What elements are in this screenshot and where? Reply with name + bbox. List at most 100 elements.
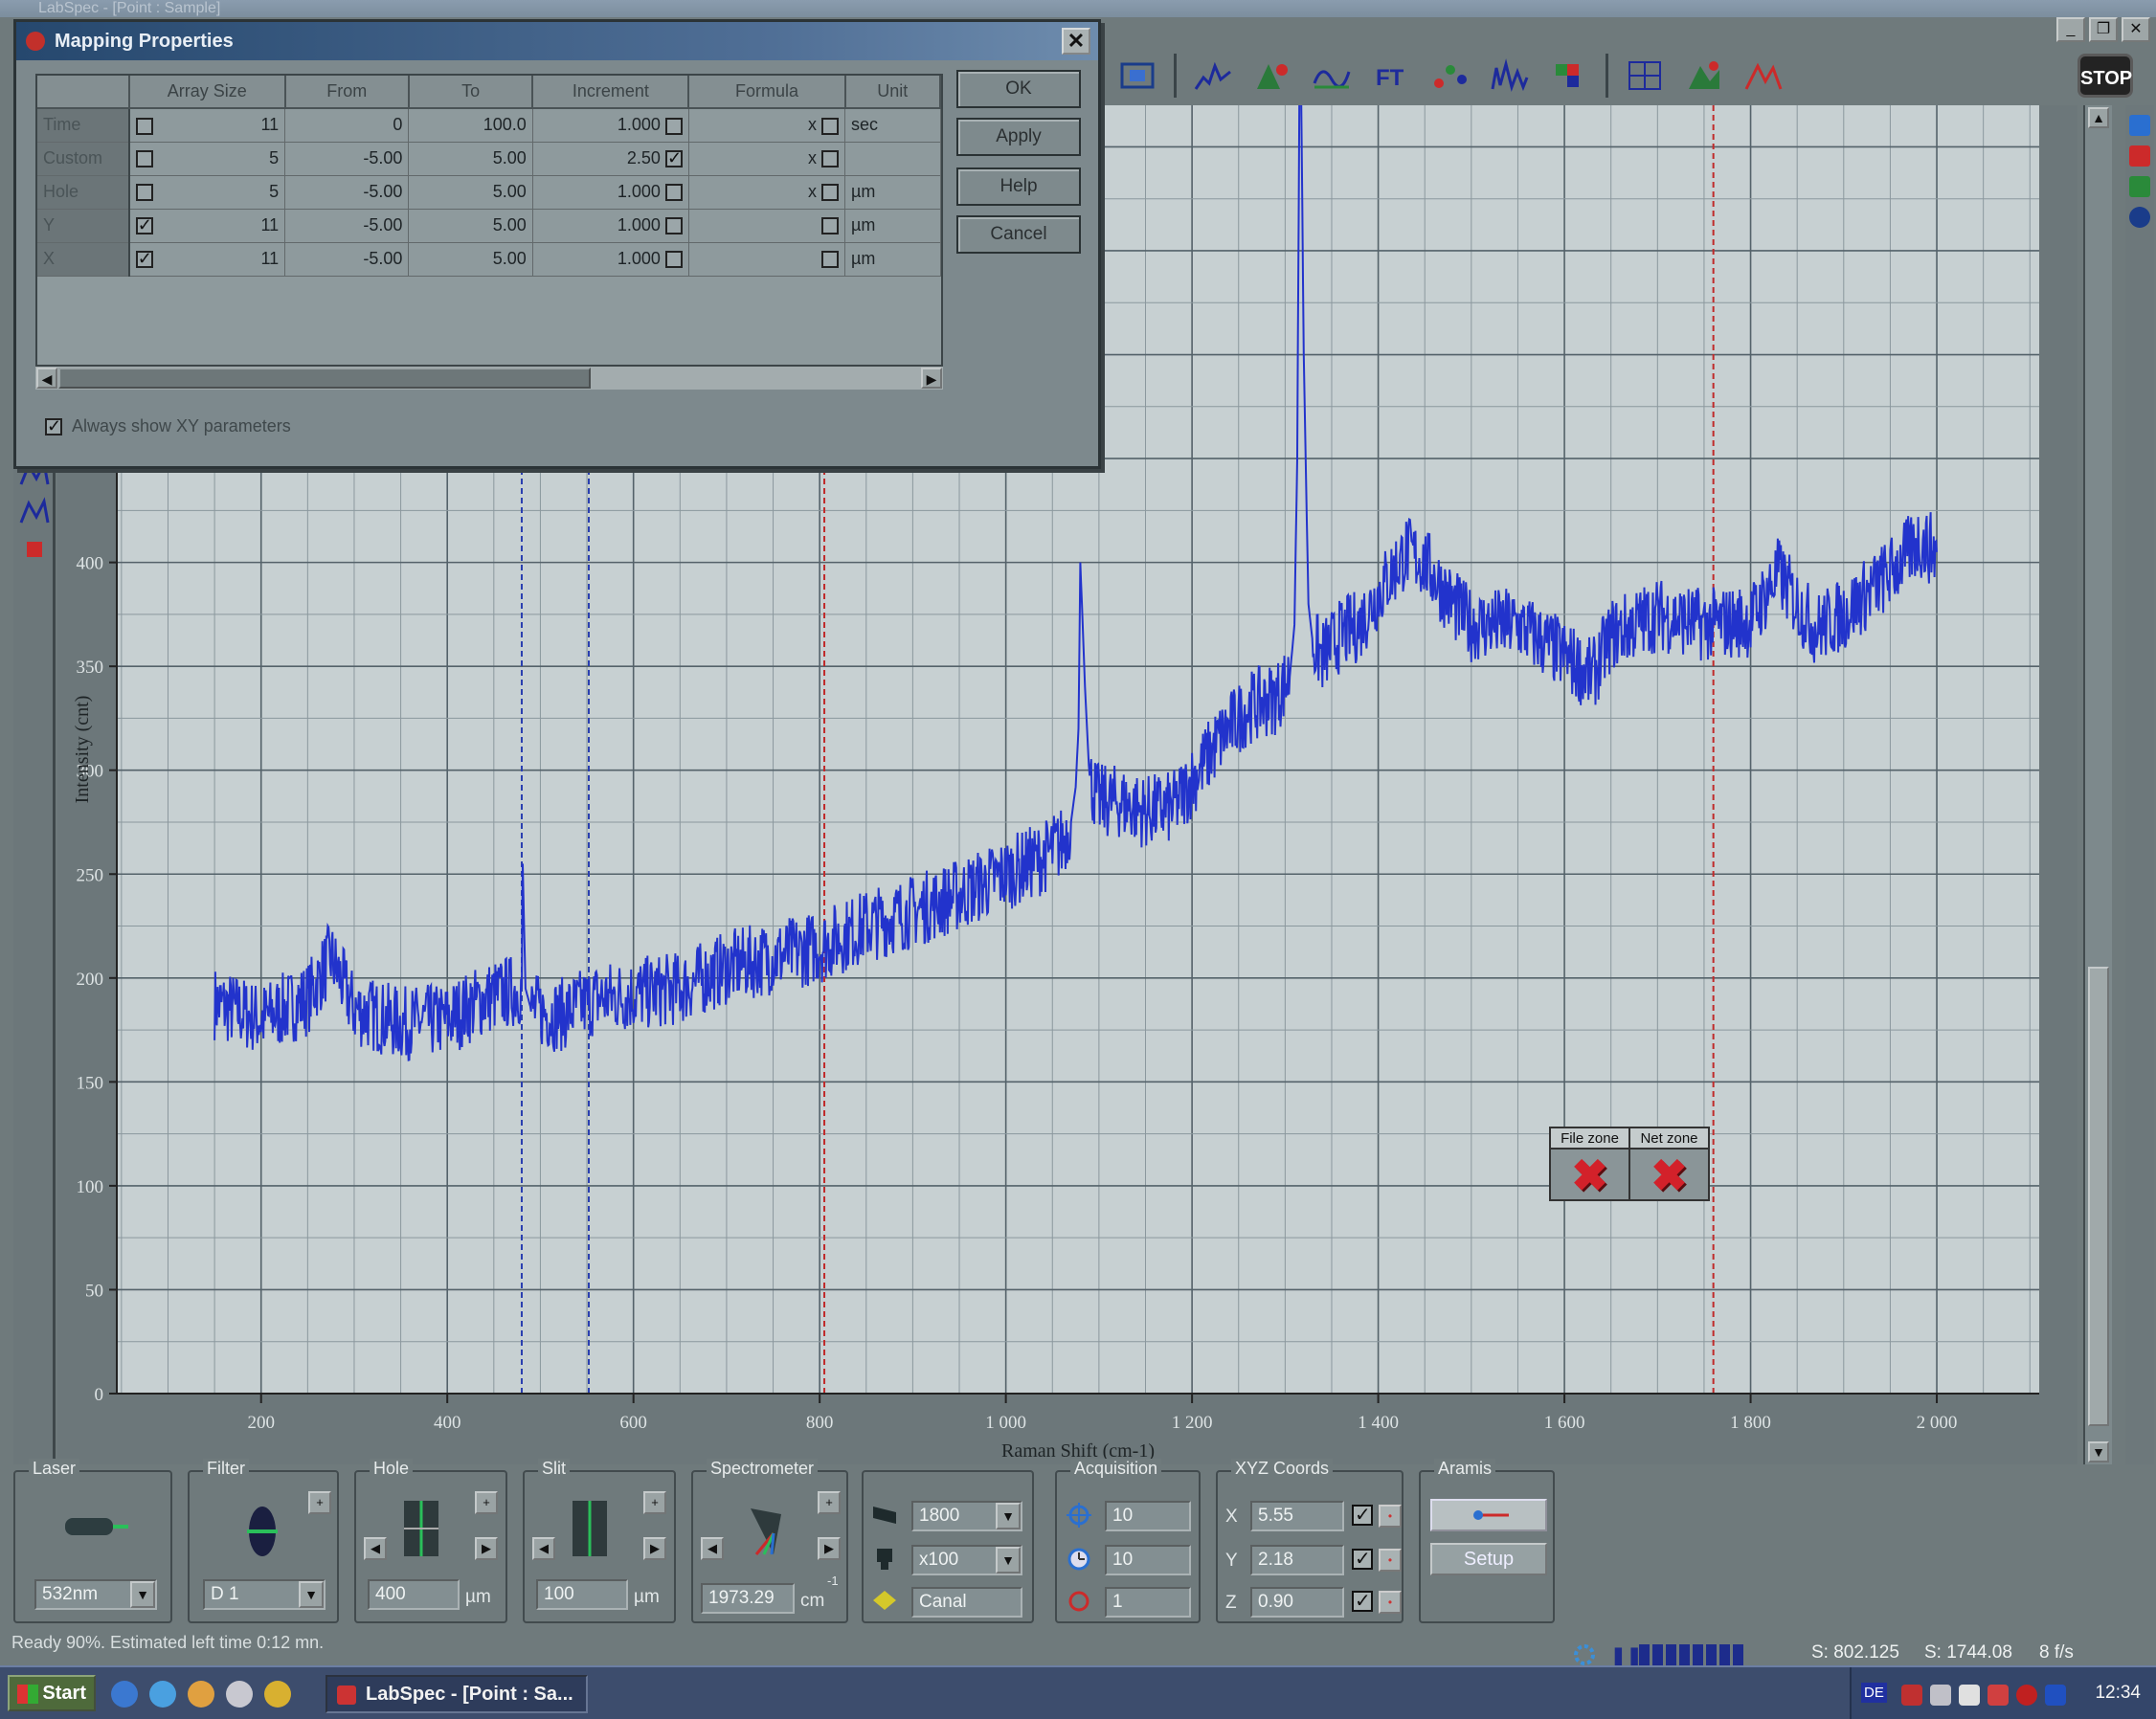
minimize-button[interactable]: _: [2056, 17, 2085, 42]
hole-input[interactable]: 400: [368, 1579, 460, 1610]
acquisition-accum-input[interactable]: 10: [1105, 1545, 1191, 1575]
slit-input[interactable]: 100: [536, 1579, 628, 1610]
array-size-cell[interactable]: 11: [128, 108, 286, 143]
network-icon[interactable]: [1901, 1685, 1922, 1706]
restore-button[interactable]: ❐: [2089, 17, 2118, 42]
formula-cell[interactable]: [688, 209, 846, 243]
x-coord-input[interactable]: 5.55: [1250, 1501, 1344, 1531]
formula-cell[interactable]: [688, 242, 846, 277]
increment-cell[interactable]: 2.50: [532, 142, 689, 176]
alert-icon[interactable]: [2016, 1685, 2037, 1706]
scroll-right-arrow[interactable]: ▶: [921, 368, 942, 389]
ok-button[interactable]: OK: [956, 70, 1081, 108]
target-icon[interactable]: [2129, 207, 2150, 228]
scroll-up-arrow[interactable]: ▲: [2088, 107, 2109, 128]
zoom-fit-icon[interactable]: [1114, 54, 1160, 98]
column-header-array-size[interactable]: Array Size: [128, 76, 286, 109]
scroll-left-arrow[interactable]: ◀: [36, 368, 57, 389]
setup-button[interactable]: Setup: [1430, 1543, 1547, 1575]
slit-decrease-button[interactable]: ◀: [532, 1537, 555, 1560]
peak-fit-icon[interactable]: [1249, 54, 1295, 98]
row-enable-checkbox[interactable]: [135, 150, 153, 168]
plot-vertical-scrollbar[interactable]: ▲ ▼: [2083, 105, 2112, 1464]
histogram-icon[interactable]: [1487, 54, 1533, 98]
array-size-cell[interactable]: 11: [128, 209, 286, 243]
to-cell[interactable]: 5.00: [408, 175, 533, 210]
profile-icon[interactable]: [1741, 54, 1786, 98]
acquisition-time-input[interactable]: 10: [1105, 1501, 1191, 1531]
acquisition-count-input[interactable]: 1: [1105, 1587, 1191, 1618]
image-map-icon[interactable]: [1681, 54, 1727, 98]
z-coord-input[interactable]: 0.90: [1250, 1587, 1344, 1618]
to-cell[interactable]: 5.00: [408, 242, 533, 277]
column-header-unit[interactable]: Unit: [844, 76, 941, 109]
unit-cell[interactable]: µm: [844, 209, 941, 243]
hole-increase-button[interactable]: ▶: [475, 1537, 498, 1560]
cancel-button[interactable]: Cancel: [956, 215, 1081, 254]
file-zone-x-icon[interactable]: ✖: [1551, 1150, 1628, 1201]
column-header-from[interactable]: From: [284, 76, 410, 109]
row-enable-checkbox[interactable]: [135, 117, 153, 135]
column-header-to[interactable]: To: [408, 76, 534, 109]
baseline-icon[interactable]: [1309, 54, 1355, 98]
formula-checkbox[interactable]: [821, 251, 840, 269]
scroll-thumb[interactable]: [2088, 967, 2109, 1426]
y-lock-checkbox[interactable]: [1352, 1547, 1373, 1571]
column-header-formula[interactable]: Formula: [688, 76, 846, 109]
mapping-row[interactable]: Custom 5-5.005.00 2.50 x: [37, 142, 941, 176]
array-size-cell[interactable]: 5: [128, 175, 286, 210]
unit-cell[interactable]: sec: [844, 108, 941, 143]
to-cell[interactable]: 5.00: [408, 142, 533, 176]
volume-icon[interactable]: [1930, 1685, 1951, 1706]
chevron-down-icon[interactable]: ▼: [130, 1581, 155, 1608]
green-marker-icon[interactable]: [2129, 176, 2150, 197]
series-icon[interactable]: [1427, 54, 1473, 98]
help-button[interactable]: Help: [956, 167, 1081, 206]
z-reset-button[interactable]: •: [1379, 1591, 1402, 1614]
scroll-down-arrow[interactable]: ▼: [2088, 1441, 2109, 1462]
from-cell[interactable]: 0: [284, 108, 410, 143]
array-size-cell[interactable]: 11: [128, 242, 286, 277]
dialog-close-button[interactable]: ✕: [1062, 28, 1090, 55]
y-coord-input[interactable]: 2.18: [1250, 1545, 1344, 1575]
folder-icon[interactable]: [188, 1681, 214, 1708]
grating-select[interactable]: 1800 ▼: [911, 1501, 1022, 1531]
formula-checkbox[interactable]: [821, 117, 840, 135]
row-enable-checkbox[interactable]: [135, 249, 153, 269]
unit-cell[interactable]: [844, 142, 941, 176]
mapping-row[interactable]: Hole 5 -5.00 5.00 1.000 x µm: [37, 175, 941, 210]
objective-select[interactable]: x100 ▼: [911, 1545, 1022, 1575]
spectrum-icon[interactable]: [1190, 54, 1236, 98]
chevron-down-icon[interactable]: ▼: [299, 1581, 324, 1608]
row-enable-checkbox[interactable]: [135, 215, 153, 235]
unit-cell[interactable]: µm: [844, 242, 941, 277]
detector-input[interactable]: Canal: [911, 1587, 1022, 1618]
net-zone[interactable]: Net zone ✖: [1630, 1128, 1708, 1200]
grid-map-icon[interactable]: [1622, 54, 1668, 98]
formula-checkbox[interactable]: [821, 184, 840, 202]
start-button[interactable]: Start: [8, 1675, 96, 1711]
filter-select[interactable]: D 1 ▼: [203, 1579, 326, 1610]
stop-button[interactable]: STOP: [2077, 54, 2133, 98]
increment-cell[interactable]: 1.000: [532, 108, 689, 143]
spectrometer-decrease-button[interactable]: ◀: [701, 1537, 724, 1560]
increment-checkbox[interactable]: [664, 251, 683, 269]
labspec-quick-icon[interactable]: [226, 1681, 253, 1708]
from-cell[interactable]: -5.00: [284, 209, 410, 243]
close-window-button[interactable]: ✕: [2122, 17, 2150, 42]
unit-cell[interactable]: µm: [844, 175, 941, 210]
mapping-row[interactable]: Time 11 0 100.0 1.000 x sec: [37, 108, 941, 143]
file-zone[interactable]: File zone ✖: [1551, 1128, 1630, 1201]
formula-checkbox[interactable]: [821, 217, 840, 235]
to-cell[interactable]: 100.0: [408, 108, 533, 143]
browser-icon[interactable]: [149, 1681, 176, 1708]
fourier-transform-icon[interactable]: FT: [1368, 54, 1414, 98]
peak-tool-icon[interactable]: [19, 496, 50, 526]
display-icon[interactable]: [2045, 1685, 2066, 1706]
column-header-increment[interactable]: Increment: [532, 76, 690, 109]
x-reset-button[interactable]: •: [1379, 1505, 1402, 1528]
x-lock-checkbox[interactable]: [1352, 1503, 1373, 1527]
from-cell[interactable]: -5.00: [284, 175, 410, 210]
formula-cell[interactable]: x: [688, 142, 846, 176]
z-lock-checkbox[interactable]: [1352, 1589, 1373, 1613]
